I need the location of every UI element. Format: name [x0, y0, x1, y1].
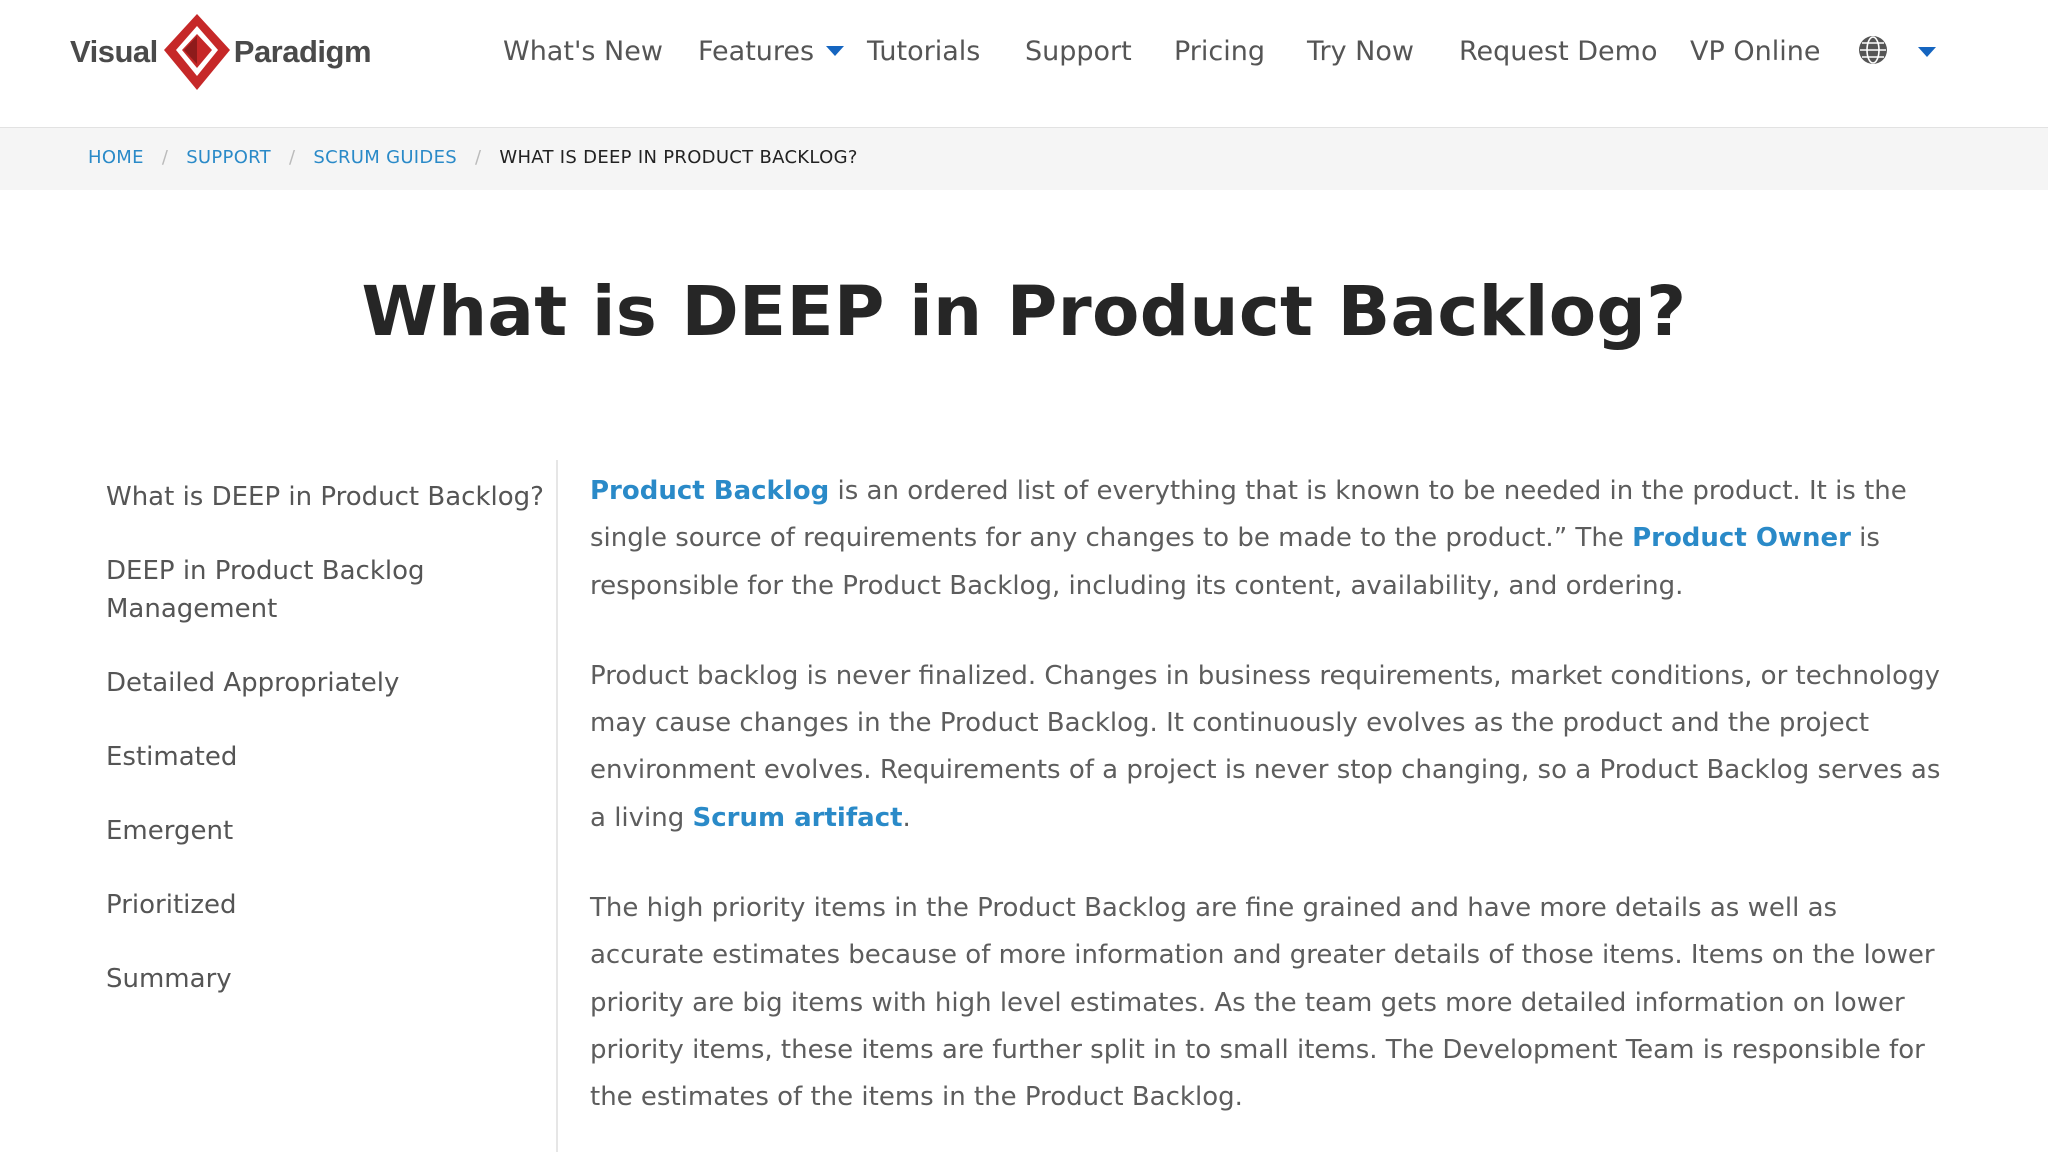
chevron-down-icon [826, 45, 845, 56]
paragraph: Product Backlog is an ordered list of ev… [590, 468, 1950, 610]
site-logo[interactable]: Visual Paradigm [70, 12, 372, 92]
toc-item-summary[interactable]: Summary [106, 960, 546, 998]
nav-whats-new[interactable]: What's New [503, 36, 663, 67]
paradigm-diamond-logo-icon [163, 14, 230, 90]
nav-support[interactable]: Support [1025, 36, 1132, 67]
globe-icon[interactable] [1858, 35, 1888, 65]
page-title: What is DEEP in Product Backlog? [361, 272, 1687, 352]
toc-item-emergent[interactable]: Emergent [106, 812, 546, 850]
toc-item-detailed-appropriately[interactable]: Detailed Appropriately [106, 664, 546, 702]
site-header: Visual Paradigm What's New Features Tuto… [0, 0, 2048, 128]
toc-item-what-is-deep[interactable]: What is DEEP in Product Backlog? [106, 478, 546, 516]
toc-item-deep-management[interactable]: DEEP in Product Backlog Management [106, 552, 546, 628]
paragraph: The high priority items in the Product B… [590, 893, 1935, 1113]
link-scrum-artifact[interactable]: Scrum artifact [693, 803, 903, 833]
breadcrumb-separator: / [161, 147, 169, 168]
nav-pricing[interactable]: Pricing [1174, 36, 1265, 67]
nav-tutorials[interactable]: Tutorials [867, 36, 980, 67]
breadcrumb-bar: HOME / SUPPORT / SCRUM GUIDES / WHAT IS DEEP I… [0, 128, 2048, 190]
breadcrumb-scrum-guides[interactable]: SCRUM GUIDES [313, 147, 457, 168]
logo-text-paradigm: Paradigm [233, 34, 372, 69]
breadcrumb-separator: / [474, 147, 482, 168]
nav-vp-online[interactable]: VP Online [1690, 36, 1820, 67]
breadcrumb-current: WHAT IS DEEP IN PRODUCT BACKLOG? [499, 147, 858, 168]
toc-item-estimated[interactable]: Estimated [106, 738, 546, 776]
breadcrumb-support[interactable]: SUPPORT [186, 147, 271, 168]
toc-item-prioritized[interactable]: Prioritized [106, 886, 546, 924]
language-dropdown-chevron-icon[interactable] [1918, 47, 1936, 57]
nav-features[interactable]: Features [698, 36, 845, 67]
nav-try-now[interactable]: Try Now [1307, 36, 1414, 67]
breadcrumb-separator: / [288, 147, 296, 168]
nav-features-label: Features [698, 36, 815, 67]
paragraph: Product backlog is never finalized. Chan… [590, 653, 1950, 842]
article-body: Product Backlog is an ordered list of ev… [590, 468, 1950, 1165]
sidebar-divider [556, 460, 558, 1152]
nav-request-demo[interactable]: Request Demo [1459, 36, 1657, 67]
paragraph-text: . [902, 802, 911, 833]
breadcrumb: HOME / SUPPORT / SCRUM GUIDES / WHAT IS DEEP I… [88, 147, 858, 168]
table-of-contents: What is DEEP in Product Backlog? DEEP in… [106, 478, 546, 998]
logo-text-visual: Visual [70, 34, 158, 69]
link-product-owner[interactable]: Product Owner [1632, 523, 1851, 553]
link-product-backlog[interactable]: Product Backlog [590, 476, 829, 506]
breadcrumb-home[interactable]: HOME [88, 147, 144, 168]
